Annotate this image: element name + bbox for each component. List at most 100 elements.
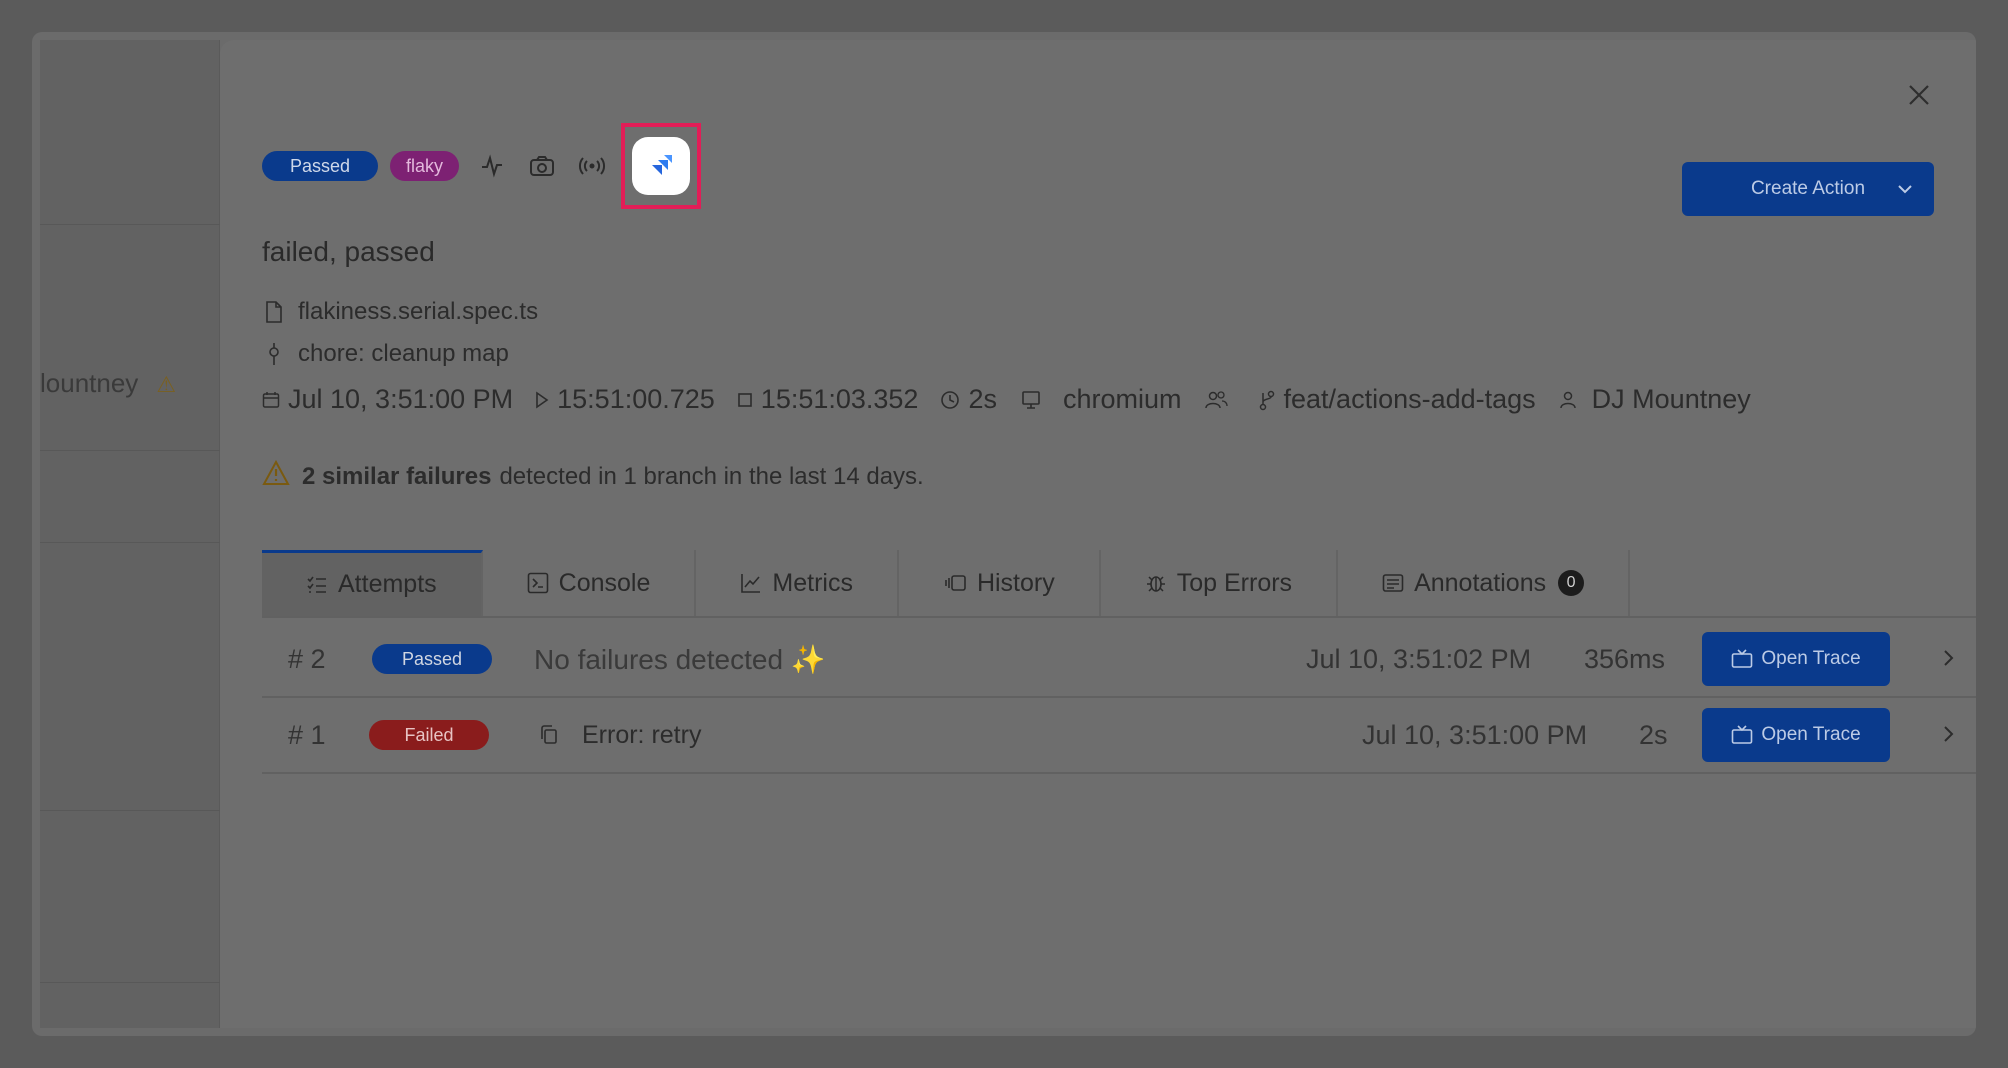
attempt-time: Jul 10, 3:51:00 PM (1362, 719, 1588, 750)
bug-icon (1145, 572, 1167, 594)
tab-label: Top Errors (1176, 568, 1293, 597)
run-info-row: Jul 10, 3:51:00 PM 15:51:00.725 15:51:03… (262, 384, 1773, 415)
attempt-status-badge: Failed (369, 720, 489, 750)
close-icon (1909, 85, 1929, 105)
jira-button-highlight (621, 123, 702, 209)
start-time: 15:51:00.725 (557, 384, 715, 414)
tab-console[interactable]: Console (483, 550, 697, 616)
commit-line: chore: cleanup map (262, 340, 509, 368)
end-time: 15:51:03.352 (760, 384, 919, 414)
start-time-item: 15:51:00.725 (535, 384, 715, 415)
details-tabs: Attempts Console Metrics History Top Err… (262, 550, 1976, 618)
annotations-count-badge: 0 (1558, 570, 1585, 596)
chart-icon (740, 572, 762, 594)
tab-attempts[interactable]: Attempts (262, 550, 483, 616)
divider (40, 542, 220, 543)
similar-failures-count[interactable]: 2 similar failures (302, 463, 491, 491)
pulse-icon[interactable] (475, 149, 509, 183)
monitor-icon (1019, 390, 1043, 410)
broadcast-icon[interactable] (575, 149, 609, 183)
users-item (1204, 390, 1236, 410)
duration-item: 2s (940, 384, 997, 415)
play-icon (535, 390, 549, 409)
close-button[interactable] (1902, 78, 1936, 112)
divider (40, 810, 220, 811)
attempt-message: No failures detected ✨ (534, 643, 826, 675)
tab-label: Annotations (1414, 568, 1547, 597)
attempt-row[interactable]: # 1 Failed Error: retry Jul 10, 3:51:00 … (262, 698, 1976, 774)
warning-icon (262, 459, 290, 493)
browser-item: chromium (1019, 384, 1182, 415)
open-trace-label: Open Trace (1761, 724, 1861, 745)
author-name[interactable]: DJ Mountney (1592, 384, 1751, 415)
attempt-error-text: Error: retry (582, 720, 702, 749)
test-details-modal: Passed flaky Create Action failed, passe… (220, 40, 1976, 1028)
end-time-item: 15:51:03.352 (737, 384, 919, 415)
chevron-down-icon[interactable] (1896, 176, 1914, 208)
user-icon (1558, 390, 1578, 410)
users-icon[interactable] (1204, 390, 1228, 410)
divider (40, 982, 220, 983)
divider (40, 224, 220, 225)
similar-failures-notice: 2 similar failures detected in 1 branch … (262, 459, 924, 493)
attempt-duration: 2s (1639, 719, 1668, 750)
duration: 2s (968, 384, 997, 414)
open-trace-button[interactable]: Open Trace (1702, 708, 1890, 762)
chevron-right-icon[interactable] (1942, 720, 1956, 751)
test-title: failed, passed (262, 236, 435, 267)
status-badge: Passed (262, 151, 379, 181)
jira-icon (652, 155, 673, 175)
attempt-number: # 1 (288, 719, 326, 750)
attempt-time: Jul 10, 3:51:02 PM (1306, 643, 1532, 674)
tv-icon (1731, 725, 1753, 745)
commit-message[interactable]: chore: cleanup map (298, 340, 509, 368)
flaky-badge: flaky (390, 151, 460, 181)
chevron-right-icon[interactable] (1942, 644, 1956, 675)
author-item: DJ Mountney (1558, 384, 1751, 415)
clock-icon (940, 390, 960, 410)
background-list: lountney ⚠ (40, 40, 220, 1028)
branch-name[interactable]: feat/actions-add-tags (1284, 384, 1536, 415)
attempt-row[interactable]: # 2 Passed No failures detected ✨ Jul 10… (262, 622, 1976, 698)
similar-failures-text: detected in 1 branch in the last 14 days… (499, 462, 924, 490)
attempt-duration: 356ms (1584, 643, 1666, 674)
tab-label: Console (558, 568, 651, 597)
tab-annotations[interactable]: Annotations 0 (1338, 550, 1631, 616)
tab-label: Attempts (338, 570, 437, 598)
attempt-status-badge: Passed (372, 644, 492, 674)
stop-icon (737, 392, 753, 408)
background-author-text: lountney (40, 368, 139, 398)
app-window: lountney ⚠ Passed flaky Create Action fa… (32, 32, 1976, 1036)
attempt-error: Error: retry (540, 721, 701, 750)
jira-button[interactable] (632, 137, 691, 195)
copy-icon[interactable] (540, 725, 558, 745)
camera-swap-icon[interactable] (525, 149, 559, 183)
calendar-icon (262, 391, 280, 409)
commit-icon (262, 342, 286, 366)
file-line: flakiness.serial.spec.ts (262, 298, 538, 326)
tv-icon (1731, 649, 1753, 669)
open-trace-button[interactable]: Open Trace (1702, 632, 1890, 686)
tab-top-errors[interactable]: Top Errors (1101, 550, 1339, 616)
create-action-button[interactable]: Create Action (1682, 162, 1934, 216)
file-icon (262, 300, 286, 324)
create-action-label: Create Action (1750, 178, 1866, 199)
warning-icon: ⚠ (156, 372, 177, 397)
branch-item: feat/actions-add-tags (1258, 384, 1536, 415)
branch-icon (1258, 389, 1276, 411)
browser-name: chromium (1062, 384, 1182, 414)
open-trace-label: Open Trace (1761, 648, 1861, 669)
tab-history[interactable]: History (899, 550, 1101, 616)
file-name[interactable]: flakiness.serial.spec.ts (298, 298, 538, 326)
note-icon (1382, 573, 1404, 593)
history-icon (943, 574, 967, 592)
terminal-icon (527, 572, 549, 594)
tab-label: Metrics (772, 568, 853, 597)
badges-row: Passed flaky (262, 123, 702, 209)
date-item: Jul 10, 3:51:00 PM (262, 384, 513, 415)
attempt-number: # 2 (288, 643, 326, 674)
background-author-name: lountney ⚠ (40, 368, 220, 399)
run-date: Jul 10, 3:51:00 PM (288, 384, 514, 414)
tab-metrics[interactable]: Metrics (696, 550, 899, 616)
list-icon (306, 575, 328, 595)
